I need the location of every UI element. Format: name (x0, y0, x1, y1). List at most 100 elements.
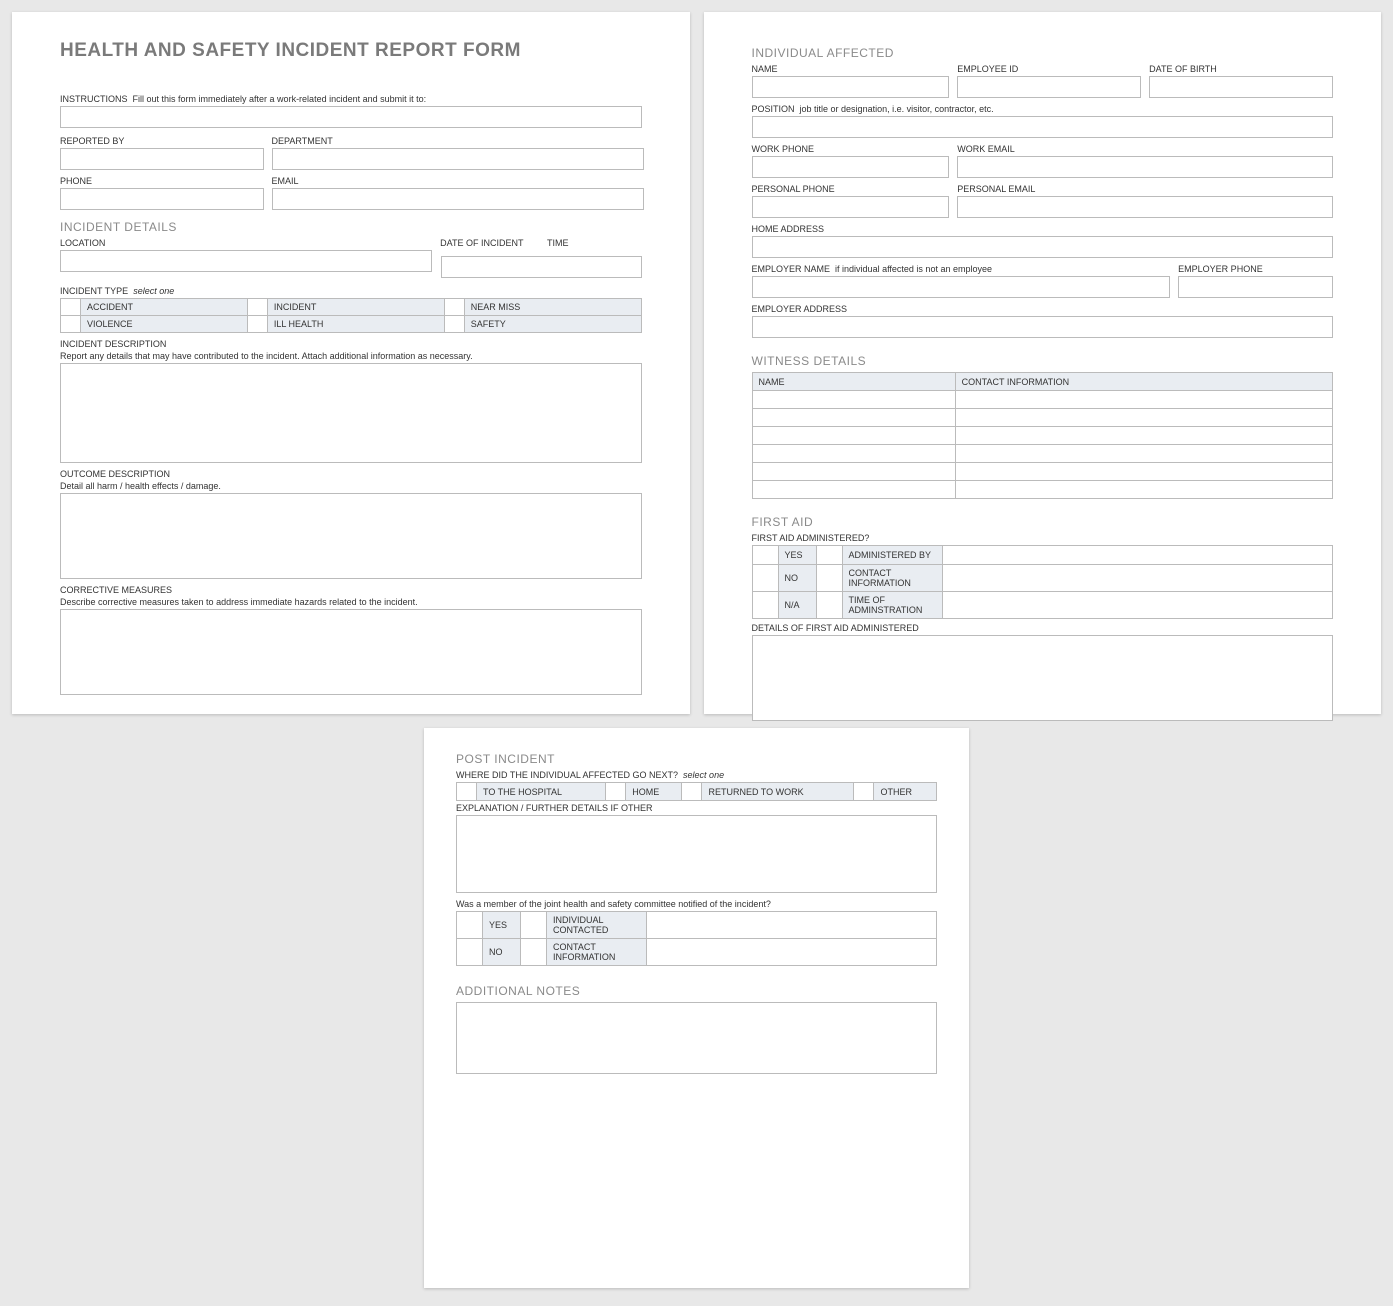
work-phone-input[interactable] (752, 156, 950, 178)
incident-description-hint: Report any details that may have contrib… (60, 351, 642, 361)
dob-input[interactable] (1149, 76, 1333, 98)
witness-name-input[interactable] (752, 391, 955, 409)
corrective-measures-input[interactable] (60, 609, 642, 695)
position-label: POSITION job title or designation, i.e. … (752, 104, 1334, 114)
post-incident-heading: POST INCIDENT (456, 752, 937, 766)
option-home: HOME (626, 783, 682, 801)
witness-contact-input[interactable] (955, 409, 1332, 427)
committee-contact-input[interactable] (647, 939, 937, 966)
work-email-label: WORK EMAIL (957, 144, 1333, 154)
personal-phone-label: PERSONAL PHONE (752, 184, 950, 194)
employer-address-input[interactable] (752, 316, 1334, 338)
home-address-input[interactable] (752, 236, 1334, 258)
checkbox-violence[interactable] (61, 316, 81, 333)
committee-contact-label: CONTACT INFORMATION (547, 939, 647, 966)
option-no: NO (778, 565, 816, 592)
witness-contact-input[interactable] (955, 481, 1332, 499)
additional-notes-input[interactable] (456, 1002, 937, 1074)
committee-table: YES INDIVIDUAL CONTACTED NO CONTACT INFO… (456, 911, 937, 966)
instructions-input[interactable] (60, 106, 642, 128)
location-label: LOCATION (60, 238, 432, 248)
time-label: TIME (547, 238, 605, 248)
checkbox-near-miss[interactable] (444, 299, 464, 316)
employee-id-label: EMPLOYEE ID (957, 64, 1141, 74)
email-input[interactable] (272, 188, 644, 210)
form-title: HEALTH AND SAFETY INCIDENT REPORT FORM (60, 40, 642, 62)
type-incident: INCIDENT (267, 299, 444, 316)
department-input[interactable] (272, 148, 644, 170)
individual-contacted-input[interactable] (647, 912, 937, 939)
checkbox-hospital[interactable] (457, 783, 477, 801)
administered-by-label: ADMINISTERED BY (842, 546, 942, 565)
checkbox-yes[interactable] (752, 546, 778, 565)
reported-by-input[interactable] (60, 148, 264, 170)
checkbox-other[interactable] (854, 783, 874, 801)
type-accident: ACCIDENT (81, 299, 248, 316)
phone-label: PHONE (60, 176, 264, 186)
individual-contacted-label: INDIVIDUAL CONTACTED (547, 912, 647, 939)
details-first-aid-input[interactable] (752, 635, 1334, 721)
witness-contact-input[interactable] (955, 427, 1332, 445)
checkbox-incident[interactable] (247, 299, 267, 316)
dob-label: DATE OF BIRTH (1149, 64, 1333, 74)
time-admin-label: TIME OF ADMINSTRATION (842, 592, 942, 619)
post-incident-options: TO THE HOSPITAL HOME RETURNED TO WORK OT… (456, 782, 937, 801)
witness-name-input[interactable] (752, 427, 955, 445)
witness-contact-input[interactable] (955, 391, 1332, 409)
incident-description-input[interactable] (60, 363, 642, 463)
witness-name-input[interactable] (752, 481, 955, 499)
witness-contact-input[interactable] (955, 445, 1332, 463)
checkbox-na[interactable] (752, 592, 778, 619)
administered-by-input[interactable] (942, 546, 1333, 565)
employee-id-input[interactable] (957, 76, 1141, 98)
corrective-measures-label: CORRECTIVE MEASURES (60, 585, 642, 595)
location-input[interactable] (60, 250, 432, 272)
checkbox-committee-yes[interactable] (457, 912, 483, 939)
checkbox-no[interactable] (752, 565, 778, 592)
checkbox-safety[interactable] (444, 316, 464, 333)
employer-address-label: EMPLOYER ADDRESS (752, 304, 1334, 314)
incident-type-label: INCIDENT TYPE select one (60, 286, 642, 296)
explanation-input[interactable] (456, 815, 937, 893)
explanation-label: EXPLANATION / FURTHER DETAILS IF OTHER (456, 803, 937, 813)
committee-question: Was a member of the joint health and saf… (456, 899, 937, 909)
personal-phone-input[interactable] (752, 196, 950, 218)
witness-name-input[interactable] (752, 463, 955, 481)
employer-phone-label: EMPLOYER PHONE (1178, 264, 1333, 274)
instructions-label: INSTRUCTIONS Fill out this form immediat… (60, 94, 642, 104)
page-2: INDIVIDUAL AFFECTED NAME EMPLOYEE ID DAT… (704, 12, 1382, 714)
type-near-miss: NEAR MISS (464, 299, 641, 316)
personal-email-input[interactable] (957, 196, 1333, 218)
outcome-description-label: OUTCOME DESCRIPTION (60, 469, 642, 479)
position-input[interactable] (752, 116, 1334, 138)
reported-by-label: REPORTED BY (60, 136, 264, 146)
first-aid-question: FIRST AID ADMINISTERED? (752, 533, 1334, 543)
witness-contact-input[interactable] (955, 463, 1332, 481)
first-aid-table: YES ADMINISTERED BY NO CONTACT INFORMATI… (752, 545, 1334, 619)
type-safety: SAFETY (464, 316, 641, 333)
witness-details-heading: WITNESS DETAILS (752, 354, 1334, 368)
outcome-description-input[interactable] (60, 493, 642, 579)
checkbox-home[interactable] (606, 783, 626, 801)
name-input[interactable] (752, 76, 950, 98)
witness-name-input[interactable] (752, 409, 955, 427)
checkbox-committee-no[interactable] (457, 939, 483, 966)
work-email-input[interactable] (957, 156, 1333, 178)
contact-info-input[interactable] (942, 565, 1333, 592)
page-1: HEALTH AND SAFETY INCIDENT REPORT FORM I… (12, 12, 690, 714)
incident-type-table: ACCIDENT INCIDENT NEAR MISS VIOLENCE ILL… (60, 298, 642, 333)
witness-table: NAME CONTACT INFORMATION (752, 372, 1334, 499)
incident-details-heading: INCIDENT DETAILS (60, 220, 642, 234)
time-admin-input[interactable] (942, 592, 1333, 619)
personal-email-label: PERSONAL EMAIL (957, 184, 1333, 194)
employer-name-input[interactable] (752, 276, 1171, 298)
checkbox-ill-health[interactable] (247, 316, 267, 333)
checkbox-returned[interactable] (682, 783, 702, 801)
phone-input[interactable] (60, 188, 264, 210)
department-label: DEPARTMENT (272, 136, 644, 146)
outcome-description-hint: Detail all harm / health effects / damag… (60, 481, 642, 491)
witness-name-input[interactable] (752, 445, 955, 463)
employer-phone-input[interactable] (1178, 276, 1333, 298)
checkbox-accident[interactable] (61, 299, 81, 316)
home-address-label: HOME ADDRESS (752, 224, 1334, 234)
